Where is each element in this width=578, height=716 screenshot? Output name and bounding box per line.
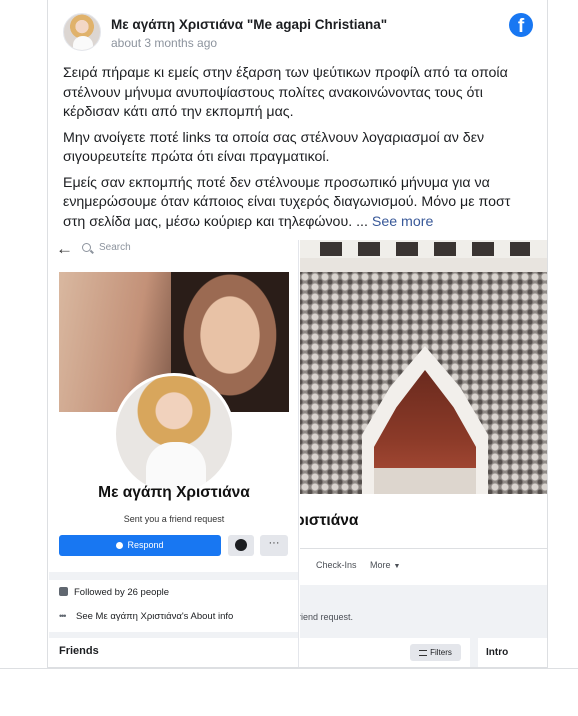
phone-about-info-text: See Με αγάπη Χριστιάνα's About info bbox=[76, 611, 234, 622]
check-icon bbox=[59, 587, 68, 596]
back-arrow-icon: ← bbox=[56, 240, 73, 258]
phone-profile-name: Με αγάπη Χριστιάνα bbox=[98, 484, 250, 501]
desktop-profile-name: ριστιάνα bbox=[300, 512, 359, 529]
post-image[interactable]: ← Search Με αγάπη Χριστιάνα Sent you a f… bbox=[49, 240, 547, 667]
arch-base bbox=[374, 468, 476, 494]
see-more-link[interactable]: See more bbox=[372, 214, 434, 230]
desktop-friend-request-text: riend request. bbox=[300, 612, 354, 622]
desktop-screenshot: ριστιάνα Check-Ins More ▼ riend request. … bbox=[300, 240, 547, 667]
page-name-link[interactable]: Με αγάπη Χριστιάνα "Me agapi Christiana" bbox=[111, 17, 387, 32]
phone-friend-request-text: Sent you a friend request bbox=[123, 514, 225, 524]
profile-picture bbox=[113, 373, 235, 495]
post-header: Με αγάπη Χριστιάνα "Me agapi Christiana"… bbox=[63, 11, 533, 53]
dots-icon: ••• bbox=[59, 611, 66, 621]
phone-divider-2 bbox=[49, 632, 298, 638]
desktop-filters-button: Filters bbox=[410, 644, 461, 661]
phone-respond-label: Respond bbox=[127, 540, 164, 550]
phone-respond-button: Respond bbox=[59, 535, 221, 556]
phone-more-button: ··· bbox=[260, 535, 288, 556]
page-avatar[interactable] bbox=[63, 13, 101, 51]
phone-followed-by-text: Followed by 26 people bbox=[74, 587, 170, 598]
building-top-band bbox=[300, 240, 547, 258]
post-paragraph-2: Μην ανοίγετε ποτέ links τα οποία σας στέ… bbox=[63, 129, 485, 166]
phone-followed-by: Followed by 26 people bbox=[59, 587, 169, 601]
phone-search-bar: Search bbox=[79, 241, 289, 257]
phone-search-placeholder: Search bbox=[99, 242, 131, 253]
facebook-logo-icon[interactable]: f bbox=[509, 13, 533, 37]
desktop-tab-checkins: Check-Ins bbox=[316, 560, 357, 570]
post-paragraph-1: Σειρά πήραμε κι εμείς στην έξαρση των ψε… bbox=[63, 65, 508, 120]
post-paragraph-3: Εμείς σαν εκπομπής ποτέ δεν στέλνουμε πρ… bbox=[63, 174, 535, 233]
post-body: Σειρά πήραμε κι εμείς στην έξαρση των ψε… bbox=[63, 64, 535, 238]
facebook-post-card: Με αγάπη Χριστιάνα "Me agapi Christiana"… bbox=[47, 0, 548, 668]
post-timestamp[interactable]: about 3 months ago bbox=[111, 36, 217, 50]
phone-about-info: ••• See Με αγάπη Χριστιάνα's About info bbox=[59, 611, 233, 625]
desktop-tab-more: More ▼ bbox=[370, 560, 400, 570]
desktop-filters-label: Filters bbox=[430, 648, 452, 657]
messenger-icon bbox=[235, 539, 247, 551]
building-cover-image bbox=[300, 240, 547, 494]
search-icon bbox=[82, 243, 91, 252]
person-icon bbox=[116, 542, 124, 549]
desktop-intro-heading: Intro bbox=[486, 647, 509, 658]
desktop-tab-more-label: More bbox=[370, 560, 391, 570]
phone-divider bbox=[49, 572, 298, 580]
phone-message-button bbox=[228, 535, 254, 556]
phone-top-bar: ← Search bbox=[49, 240, 298, 260]
page-bottom-divider bbox=[0, 668, 578, 669]
filter-icon bbox=[419, 650, 428, 656]
phone-screenshot: ← Search Με αγάπη Χριστιάνα Sent you a f… bbox=[49, 240, 299, 667]
desktop-tabs-divider bbox=[300, 548, 547, 549]
chevron-down-icon: ▼ bbox=[393, 563, 401, 570]
phone-friends-heading: Friends bbox=[59, 645, 99, 657]
post-paragraph-3-text: Εμείς σαν εκπομπής ποτέ δεν στέλνουμε πρ… bbox=[63, 174, 511, 230]
